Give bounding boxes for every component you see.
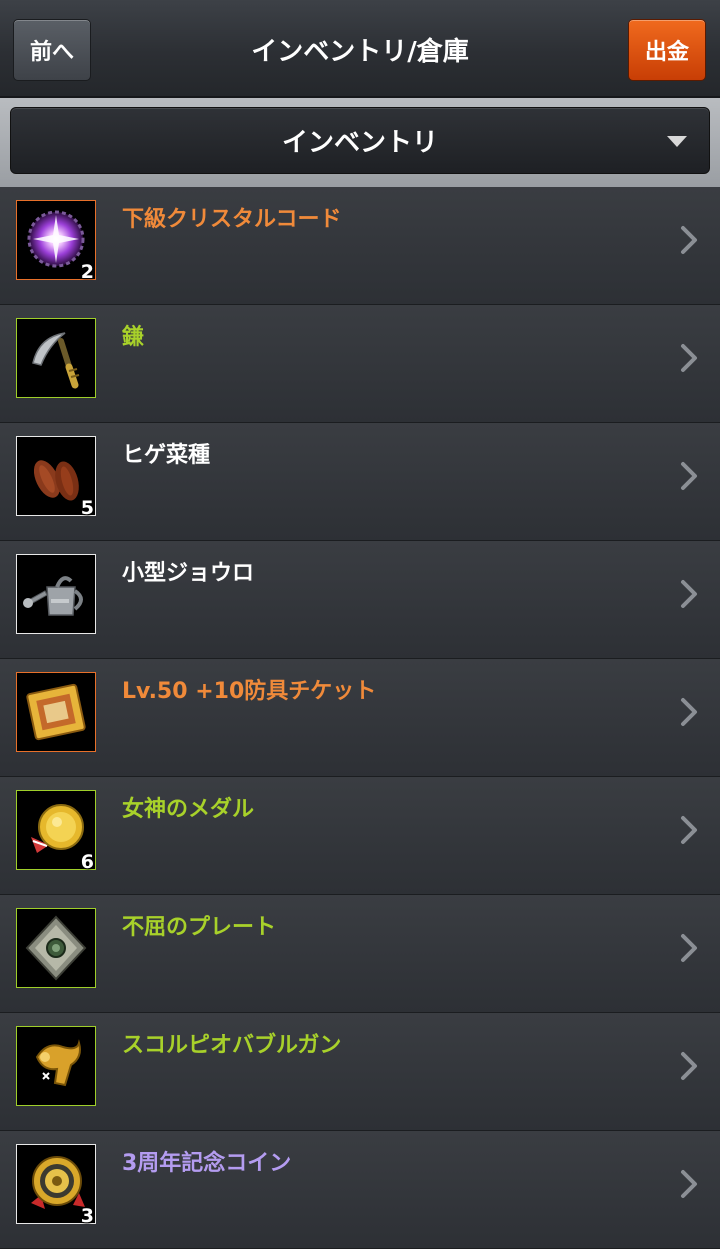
item-thumbnail: 5 [16,436,96,519]
back-button[interactable]: 前へ [13,19,91,81]
item-quantity: 3 [80,1205,94,1227]
item-thumbnail [16,908,96,988]
header-bar: 前へ インベントリ/倉庫 出金 [0,0,720,98]
item-name: 鎌 [122,325,145,350]
chevron-right-icon [680,343,698,373]
item-thumbnail: 2 [16,200,96,283]
chevron-right-icon [680,579,698,609]
item-name: 不屈のプレート [122,915,277,940]
item-thumbnail [16,672,96,752]
withdraw-button[interactable]: 出金 [628,19,706,81]
item-quantity: 5 [80,497,94,519]
item-name: Lv.50 +10防具チケット [122,679,377,704]
chevron-right-icon [680,1169,698,1199]
item-name: 3周年記念コイン [122,1151,292,1176]
chevron-right-icon [680,461,698,491]
dropdown-selected-label: インベントリ [281,128,438,158]
item-name: ヒゲ菜種 [122,443,211,468]
chevron-right-icon [680,697,698,727]
item-thumbnail [16,318,96,398]
item-quantity: 2 [80,261,94,283]
item-name: 小型ジョウロ [122,561,255,586]
inventory-list: 2 下級クリスタルコード 鎌 5 ヒゲ菜種 小型ジョウロ Lv.50 +10防具チケ… [0,187,720,1249]
item-thumbnail: 6 [16,790,96,873]
item-thumbnail [16,554,96,634]
item-thumbnail: 3 [16,1144,96,1227]
chevron-right-icon [680,225,698,255]
inventory-item-row[interactable]: 6 女神のメダル [0,777,720,895]
item-name: 下級クリスタルコード [122,207,342,232]
caret-down-icon [667,136,687,147]
inventory-item-row[interactable]: Lv.50 +10防具チケット [0,659,720,777]
inventory-item-row[interactable]: 不屈のプレート [0,895,720,1013]
chevron-right-icon [680,1051,698,1081]
inventory-item-row[interactable]: 小型ジョウロ [0,541,720,659]
selector-bar: インベントリ [0,98,720,187]
storage-dropdown[interactable]: インベントリ [10,107,710,174]
item-name: スコルピオバブルガン [122,1033,342,1058]
inventory-item-row[interactable]: 5 ヒゲ菜種 [0,423,720,541]
inventory-item-row[interactable]: 3 3周年記念コイン [0,1131,720,1249]
page-title: インベントリ/倉庫 [251,36,469,67]
item-quantity: 6 [80,851,94,873]
chevron-right-icon [680,815,698,845]
item-thumbnail [16,1026,96,1106]
inventory-item-row[interactable]: スコルピオバブルガン [0,1013,720,1131]
chevron-right-icon [680,933,698,963]
item-name: 女神のメダル [122,797,255,822]
inventory-item-row[interactable]: 鎌 [0,305,720,423]
inventory-item-row[interactable]: 2 下級クリスタルコード [0,187,720,305]
